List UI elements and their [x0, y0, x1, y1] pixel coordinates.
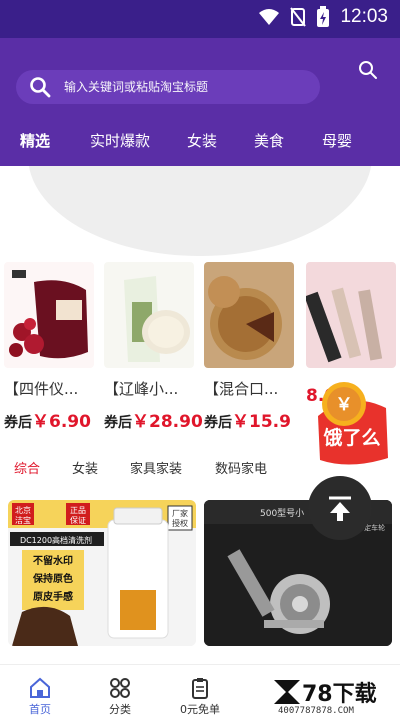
product-card[interactable]: 【辽峰小... 券后 ￥28.90 [104, 262, 203, 432]
category-women[interactable]: 女装 [72, 458, 98, 477]
watermark: 78下载 4007787878.COM [272, 676, 400, 720]
product-title: 【混合口... [204, 380, 279, 398]
card-badge: 洁宝 [15, 515, 31, 525]
price-row: 券后 ￥15.9 [204, 407, 298, 432]
coupon-label: 券后 [204, 415, 232, 431]
nav-home[interactable]: 首页 [10, 677, 70, 717]
product-card-large[interactable]: 北京 洁宝 正品 保证 厂家 授权 DC1200高档清洗剂 不留水印 保持原色 … [8, 500, 196, 646]
tab-women[interactable]: 女装 [187, 130, 217, 151]
grid-icon [110, 678, 130, 698]
card-badge: 厂家 [172, 508, 188, 518]
price-row: 券后 ￥6.90 [4, 407, 98, 432]
status-icons: 12:03 [258, 6, 388, 28]
back-to-top-button[interactable] [308, 476, 372, 540]
nav-label: 分类 [109, 703, 131, 716]
status-time: 12:03 [340, 6, 388, 27]
home-icon [30, 677, 50, 698]
card-line: 原皮手感 [33, 590, 73, 603]
product-image [4, 262, 94, 368]
top-tabs: 精选 实时爆款 女装 美食 母婴 [0, 130, 400, 156]
product-title: 【四件仪... [4, 380, 79, 398]
wifi-icon [259, 9, 280, 25]
redpacket-symbol: ￥ [336, 395, 353, 415]
watermark-title: 78下载 [302, 682, 377, 707]
product-price: ￥6.90 [32, 412, 91, 432]
coupon-label: 券后 [4, 415, 32, 431]
price-row: 券后 ￥28.90 [104, 407, 203, 432]
search-input[interactable] [64, 80, 304, 94]
coupon-label: 券后 [104, 415, 132, 431]
search-magnifier-icon[interactable] [356, 58, 380, 82]
arrow-up-icon [329, 496, 351, 521]
product-image [104, 262, 194, 368]
card-headline: 500型号小 [260, 508, 304, 519]
battery-charging-icon [317, 6, 330, 27]
card-badge: 北京 [15, 505, 31, 515]
product-price: ￥28.90 [132, 412, 203, 432]
card-headline: DC1200高档清洗剂 [20, 535, 92, 545]
product-card[interactable]: 【四件仪... 券后 ￥6.90 [4, 262, 98, 432]
product-image [204, 262, 294, 368]
nav-label: 首页 [29, 703, 51, 716]
card-badge: 正品 [70, 506, 86, 515]
nav-free-order[interactable]: 0元免单 [170, 677, 230, 717]
nav-category[interactable]: 分类 [90, 677, 150, 717]
card-line: 保持原色 [32, 572, 73, 585]
card-line: 不留水印 [33, 554, 73, 567]
tab-baby[interactable]: 母婴 [322, 130, 352, 151]
product-image [306, 262, 396, 368]
redpacket-text: 饿了么 [322, 426, 380, 449]
header: 精选 实时爆款 女装 美食 母婴 [0, 38, 400, 166]
product-title: 【辽峰小... [104, 380, 179, 398]
card-badge: 授权 [172, 518, 188, 528]
nav-label: 0元免单 [180, 703, 220, 716]
status-bar: 12:03 [0, 0, 400, 38]
banner-shape [28, 166, 372, 256]
watermark-url: 4007787878.COM [278, 706, 354, 716]
product-price: ￥15.9 [232, 412, 291, 432]
category-furniture[interactable]: 家具家装 [130, 458, 182, 477]
product-card[interactable]: 【混合口... 券后 ￥15.9 [204, 262, 298, 432]
tab-hot[interactable]: 实时爆款 [90, 130, 150, 151]
category-all[interactable]: 综合 [14, 458, 40, 477]
search-icon[interactable] [16, 76, 64, 98]
clipboard-icon [192, 678, 208, 699]
banner[interactable] [0, 166, 400, 262]
no-sim-icon [290, 7, 307, 27]
watermark-logo-icon [274, 680, 300, 704]
category-digital[interactable]: 数码家电 [215, 458, 267, 477]
search-bar[interactable] [16, 70, 320, 104]
card-badge: 保证 [70, 515, 86, 525]
tab-featured[interactable]: 精选 [20, 130, 50, 151]
tab-food[interactable]: 美食 [254, 130, 284, 151]
